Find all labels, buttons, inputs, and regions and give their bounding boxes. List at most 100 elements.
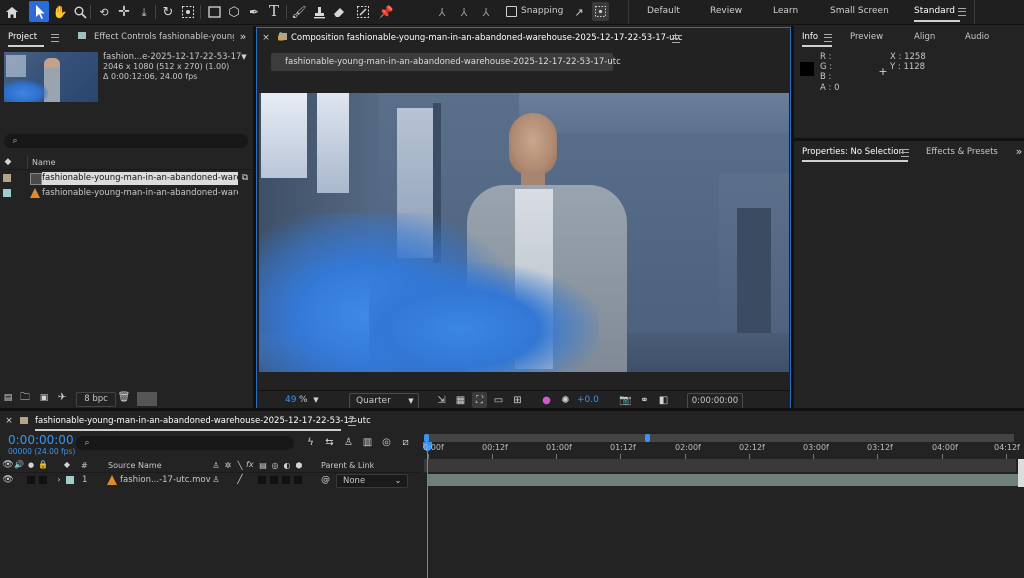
- effects-switch-icon[interactable]: fx: [246, 460, 254, 469]
- close-icon[interactable]: ×: [261, 33, 271, 43]
- color-management-icon[interactable]: ✺: [559, 394, 572, 407]
- workspace-default[interactable]: Default: [647, 6, 680, 16]
- graph-editor-icon[interactable]: ⧄: [399, 436, 412, 450]
- mask-visibility-icon[interactable]: ▭: [492, 394, 505, 407]
- orbit-camera-icon[interactable]: ⟲: [96, 3, 112, 21]
- layer-duration-bar[interactable]: [428, 474, 1018, 486]
- lock-toggle[interactable]: [39, 476, 47, 484]
- clone-stamp-icon[interactable]: [311, 3, 327, 21]
- pick-whip-icon[interactable]: @: [320, 475, 331, 485]
- label-color-swatch[interactable]: [3, 189, 11, 197]
- shy-layers-icon[interactable]: ♙: [342, 436, 355, 450]
- motion-blur-switch-icon[interactable]: ◎: [270, 460, 280, 471]
- item-dropdown-icon[interactable]: ▼: [240, 52, 248, 62]
- parent-select[interactable]: None ⌄: [336, 474, 408, 488]
- label-tag-icon[interactable]: ◆: [62, 460, 72, 470]
- workspace-review[interactable]: Review: [710, 6, 742, 16]
- zoom-dropdown-icon[interactable]: ▼: [311, 395, 321, 405]
- fast-previews-icon[interactable]: ⇲: [435, 394, 448, 407]
- list-item[interactable]: fashionable-young-man-in-an-abandoned-wa…: [0, 186, 253, 201]
- tab-align[interactable]: Align: [914, 32, 935, 42]
- comp-menu-icon[interactable]: [672, 35, 680, 43]
- region-of-interest-button[interactable]: ⛶: [472, 392, 487, 408]
- eraser-tool-icon[interactable]: [331, 3, 347, 21]
- dolly-camera-icon[interactable]: ⤓: [136, 3, 152, 21]
- close-icon[interactable]: ×: [4, 416, 14, 426]
- properties-menu-icon[interactable]: [901, 149, 909, 157]
- zoom-value[interactable]: 49: [285, 395, 296, 405]
- workspace-learn[interactable]: Learn: [773, 6, 798, 16]
- project-menu-icon[interactable]: [51, 34, 59, 42]
- switch-box[interactable]: [270, 476, 278, 484]
- panel-overflow-icon[interactable]: »: [236, 29, 250, 43]
- solo-toggle[interactable]: [27, 476, 35, 484]
- comp-breadcrumb[interactable]: fashionable-young-man-in-an-abandoned-wa…: [271, 53, 621, 71]
- switch-box[interactable]: [258, 476, 266, 484]
- rotation-tool-icon[interactable]: ↻: [160, 3, 176, 21]
- home-icon[interactable]: [4, 4, 20, 20]
- show-snapshot-icon[interactable]: ⚭: [638, 394, 651, 407]
- workspace-small-screen[interactable]: Small Screen: [830, 6, 889, 16]
- brush-tool-icon[interactable]: 🖌: [291, 3, 307, 21]
- pen-tool-icon[interactable]: ✒: [246, 3, 262, 21]
- frame-blend-switch-icon[interactable]: ▤: [258, 460, 268, 471]
- show-channel-icon[interactable]: ◧: [657, 394, 670, 407]
- chevron-right-icon[interactable]: ›: [55, 475, 63, 485]
- roto-brush-icon[interactable]: [355, 3, 371, 21]
- project-search-input[interactable]: ⌕: [4, 134, 248, 148]
- timeline-scrollbar[interactable]: [1018, 459, 1024, 487]
- comp-panel-title[interactable]: Composition fashionable-young-man-in-an-…: [291, 33, 683, 43]
- transparency-grid-icon[interactable]: ▦: [454, 394, 467, 407]
- col-name[interactable]: Name: [32, 158, 56, 167]
- switch-box[interactable]: [294, 476, 302, 484]
- panel-overflow-icon[interactable]: »: [1014, 144, 1024, 158]
- exposure-value[interactable]: +0.0: [577, 395, 599, 405]
- color-swatch-button[interactable]: [137, 392, 157, 406]
- pan-camera-icon[interactable]: ✛: [116, 3, 132, 21]
- switch-box[interactable]: [282, 476, 290, 484]
- layer-label-swatch[interactable]: [66, 476, 74, 484]
- workspace-menu-icon[interactable]: [958, 8, 966, 16]
- eye-icon[interactable]: 👁: [2, 460, 13, 470]
- layer-name[interactable]: fashion...-17-utc.mov: [120, 475, 211, 485]
- world-axis-icon[interactable]: ⅄: [456, 3, 472, 21]
- local-axis-icon[interactable]: ⅄: [434, 3, 450, 21]
- tab-properties[interactable]: Properties: No Selection: [802, 147, 904, 157]
- tab-project[interactable]: Project: [8, 32, 37, 42]
- info-menu-icon[interactable]: [824, 34, 832, 42]
- col-source-name[interactable]: Source Name: [108, 461, 162, 470]
- lock-icon[interactable]: 🔒: [38, 460, 48, 470]
- quality-switch-icon[interactable]: ╲: [235, 460, 245, 471]
- puppet-pin-icon[interactable]: 📌: [378, 3, 394, 21]
- new-folder-icon[interactable]: 🗀: [19, 392, 31, 404]
- layer-visibility-eye-icon[interactable]: 👁: [2, 475, 13, 485]
- cube-tool-icon[interactable]: ⬡: [226, 3, 242, 21]
- tab-effects-presets[interactable]: Effects & Presets: [926, 147, 998, 157]
- bit-depth-button[interactable]: 8 bpc: [76, 392, 116, 407]
- hand-tool-icon[interactable]: ✋: [52, 3, 68, 21]
- frame-blending-icon[interactable]: ▥: [361, 436, 374, 450]
- resolution-select[interactable]: Quarter ▼: [349, 393, 419, 409]
- table-row[interactable]: 👁 › 1 fashion...-17-utc.mov ♙ ╱ @ None ⌄: [0, 473, 420, 488]
- work-area-end-handle[interactable]: [645, 434, 650, 442]
- workspace-standard[interactable]: Standard: [914, 6, 955, 16]
- zoom-tool-icon[interactable]: [72, 3, 88, 21]
- snapping-checkbox[interactable]: [506, 6, 517, 17]
- timeline-timecode[interactable]: 0:00:00:00: [8, 433, 74, 447]
- timeline-search-input[interactable]: ⌕: [76, 436, 294, 450]
- audio-icon[interactable]: 🔊: [14, 460, 24, 470]
- grid-guides-icon[interactable]: ⊞: [511, 394, 524, 407]
- timeline-tab[interactable]: fashionable-young-man-in-an-abandoned-wa…: [35, 416, 371, 426]
- collapse-switch-icon[interactable]: ✲: [223, 460, 233, 471]
- interpret-footage-icon[interactable]: ▤: [2, 392, 14, 404]
- tab-info[interactable]: Info: [802, 32, 818, 42]
- view-axis-icon[interactable]: ⅄: [478, 3, 494, 21]
- motion-blur-icon[interactable]: ◎: [380, 436, 393, 450]
- comp-timecode-field[interactable]: 0:00:00:00: [687, 393, 743, 409]
- tab-preview[interactable]: Preview: [850, 32, 883, 42]
- pan-behind-tool-icon[interactable]: [180, 3, 196, 21]
- shy-switch-icon[interactable]: ♙: [211, 460, 221, 471]
- flowchart-icon[interactable]: ⧉: [239, 173, 251, 184]
- trash-icon[interactable]: 🗑: [118, 392, 131, 404]
- tab-audio[interactable]: Audio: [965, 32, 989, 42]
